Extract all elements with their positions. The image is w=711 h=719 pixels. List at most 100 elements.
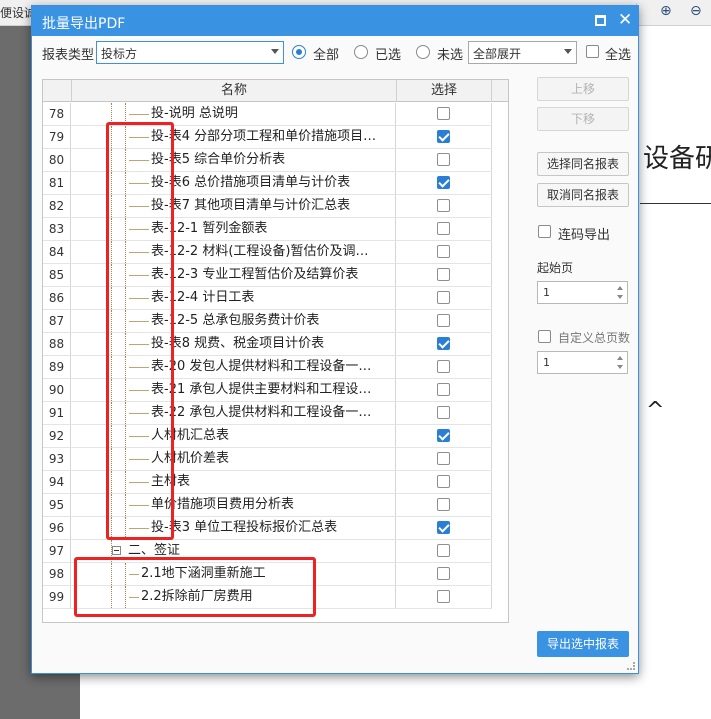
close-icon[interactable]: ✕ <box>618 10 632 30</box>
row-name-cell[interactable]: 投-表3 单位工程投标报价汇总表 <box>71 517 396 539</box>
row-name-cell[interactable]: 表-12-4 计日工表 <box>71 287 396 309</box>
table-row[interactable]: 89 表-20 发包人提供材料和工程设备一… <box>43 356 492 379</box>
row-name-cell[interactable]: 投-表4 分部分项工程和单价措施项目… <box>71 126 396 148</box>
table-row[interactable]: 97 二、签证 <box>43 540 492 563</box>
row-name-cell[interactable]: 2.2拆除前厂房费用 <box>71 586 396 608</box>
tree-guide-line <box>125 586 126 608</box>
row-name-cell[interactable]: 人材机价差表 <box>71 448 396 470</box>
row-select-checkbox[interactable] <box>437 176 450 189</box>
table-row[interactable]: 88 投-表8 规费、税金项目计价表 <box>43 333 492 356</box>
row-name-cell[interactable]: 单价措施项目费用分析表 <box>71 494 396 516</box>
row-select-checkbox[interactable] <box>437 268 450 281</box>
row-select-checkbox[interactable] <box>437 567 450 580</box>
table-row[interactable]: 98 2.1地下涵洞重新施工 <box>43 563 492 586</box>
custom-total-pages-stepper[interactable]: 1 <box>537 351 628 374</box>
table-row[interactable]: 87 表-12-5 总承包服务费计价表 <box>43 310 492 333</box>
row-name-cell[interactable]: 表-20 发包人提供材料和工程设备一… <box>71 356 396 378</box>
row-name-cell[interactable]: 投-表7 其他项目清单与计价汇总表 <box>71 195 396 217</box>
tree-guide-line <box>111 287 112 309</box>
table-row[interactable]: 94 主材表 <box>43 471 492 494</box>
table-row[interactable]: 81 投-表6 总价措施项目清单与计价表 <box>43 172 492 195</box>
report-type-select[interactable]: 投标方 <box>96 41 284 64</box>
expand-level-select[interactable]: 全部展开 <box>468 41 577 64</box>
row-name-cell[interactable]: 表-12-1 暂列金额表 <box>71 218 396 240</box>
row-name-cell[interactable]: 投-表6 总价措施项目清单与计价表 <box>71 172 396 194</box>
row-name-cell[interactable]: 表-22 承包人提供材料和工程设备一… <box>71 402 396 424</box>
table-row[interactable]: 78 投-说明 总说明 <box>43 103 492 126</box>
row-select-checkbox[interactable] <box>437 521 450 534</box>
row-select-checkbox[interactable] <box>437 383 450 396</box>
maximize-icon[interactable] <box>595 15 606 26</box>
collapse-toggle-icon[interactable] <box>112 546 121 555</box>
row-select-checkbox[interactable] <box>437 544 450 557</box>
select-all-label: 全选 <box>605 48 632 63</box>
column-header-select[interactable]: 选择 <box>396 80 492 102</box>
select-all-checkbox[interactable] <box>586 45 599 58</box>
tree-branch-line <box>129 160 149 161</box>
row-select-checkbox[interactable] <box>437 245 450 258</box>
start-page-stepper[interactable]: 1 <box>537 281 628 304</box>
row-select-checkbox[interactable] <box>437 107 450 120</box>
row-name-cell[interactable]: 二、签证 <box>71 540 396 562</box>
table-row[interactable]: 95 单价措施项目费用分析表 <box>43 494 492 517</box>
table-row[interactable]: 85 表-12-3 专业工程暂估价及结算价表 <box>43 264 492 287</box>
row-name-cell[interactable]: 主材表 <box>71 471 396 493</box>
stepper-up-icon[interactable] <box>617 356 623 360</box>
table-row[interactable]: 80 投-表5 综合单价分析表 <box>43 149 492 172</box>
row-select-checkbox[interactable] <box>437 291 450 304</box>
table-row[interactable]: 99 2.2拆除前厂房费用 <box>43 586 492 609</box>
table-row[interactable]: 79 投-表4 分部分项工程和单价措施项目… <box>43 126 492 149</box>
row-name-cell[interactable]: 表-21 承包人提供主要材料和工程设… <box>71 379 396 401</box>
cancel-same-name-button[interactable]: 取消同名报表 <box>537 183 629 207</box>
row-name-cell[interactable]: 表-12-2 材料(工程设备)暂估价及调… <box>71 241 396 263</box>
row-select-checkbox[interactable] <box>437 360 450 373</box>
move-down-button[interactable]: 下移 <box>537 107 629 131</box>
row-select-checkbox[interactable] <box>437 199 450 212</box>
custom-total-pages-checkbox[interactable] <box>538 330 551 343</box>
row-name-cell[interactable]: 表-12-5 总承包服务费计价表 <box>71 310 396 332</box>
zoom-in-icon[interactable]: ⊕ <box>660 3 672 19</box>
table-row[interactable]: 91 表-22 承包人提供材料和工程设备一… <box>43 402 492 425</box>
row-select-checkbox[interactable] <box>437 429 450 442</box>
vertical-scrollbar[interactable] <box>508 102 509 622</box>
table-row[interactable]: 84 表-12-2 材料(工程设备)暂估价及调… <box>43 241 492 264</box>
tree-guide-line <box>125 471 126 493</box>
table-row[interactable]: 83 表-12-1 暂列金额表 <box>43 218 492 241</box>
radio-unselected[interactable] <box>416 45 430 59</box>
column-header-name[interactable]: 名称 <box>71 80 396 102</box>
select-same-name-button[interactable]: 选择同名报表 <box>537 152 629 176</box>
zoom-out-icon[interactable]: ⊖ <box>690 3 702 19</box>
row-select-checkbox[interactable] <box>437 452 450 465</box>
row-select-checkbox[interactable] <box>437 314 450 327</box>
row-name-cell[interactable]: 投-说明 总说明 <box>71 103 396 125</box>
radio-selected[interactable] <box>354 45 368 59</box>
row-select-checkbox[interactable] <box>437 337 450 350</box>
stepper-down-icon[interactable] <box>617 365 623 369</box>
radio-all[interactable] <box>292 45 306 59</box>
move-up-button[interactable]: 上移 <box>537 77 629 101</box>
row-select-checkbox[interactable] <box>437 222 450 235</box>
row-name-cell[interactable]: 人材机汇总表 <box>71 425 396 447</box>
row-select-checkbox[interactable] <box>437 498 450 511</box>
table-row[interactable]: 86 表-12-4 计日工表 <box>43 287 492 310</box>
row-name-cell[interactable]: 投-表8 规费、税金项目计价表 <box>71 333 396 355</box>
row-name-cell[interactable]: 投-表5 综合单价分析表 <box>71 149 396 171</box>
row-select-checkbox[interactable] <box>437 590 450 603</box>
resize-grip-icon[interactable] <box>627 662 635 670</box>
row-select-checkbox[interactable] <box>437 475 450 488</box>
stepper-up-icon[interactable] <box>617 286 623 290</box>
continuous-export-checkbox[interactable] <box>538 225 551 238</box>
table-row[interactable]: 93 人材机价差表 <box>43 448 492 471</box>
row-select-checkbox[interactable] <box>437 130 450 143</box>
table-row[interactable]: 82 投-表7 其他项目清单与计价汇总表 <box>43 195 492 218</box>
stepper-down-icon[interactable] <box>617 295 623 299</box>
row-select-checkbox[interactable] <box>437 406 450 419</box>
table-row[interactable]: 96 投-表3 单位工程投标报价汇总表 <box>43 517 492 540</box>
table-row[interactable]: 90 表-21 承包人提供主要材料和工程设… <box>43 379 492 402</box>
dialog-titlebar[interactable]: 批量导出PDF ✕ <box>32 6 638 36</box>
table-row[interactable]: 92 人材机汇总表 <box>43 425 492 448</box>
row-name-cell[interactable]: 2.1地下涵洞重新施工 <box>71 563 396 585</box>
export-selected-button[interactable]: 导出选中报表 <box>537 631 629 657</box>
row-select-checkbox[interactable] <box>437 153 450 166</box>
row-name-cell[interactable]: 表-12-3 专业工程暂估价及结算价表 <box>71 264 396 286</box>
